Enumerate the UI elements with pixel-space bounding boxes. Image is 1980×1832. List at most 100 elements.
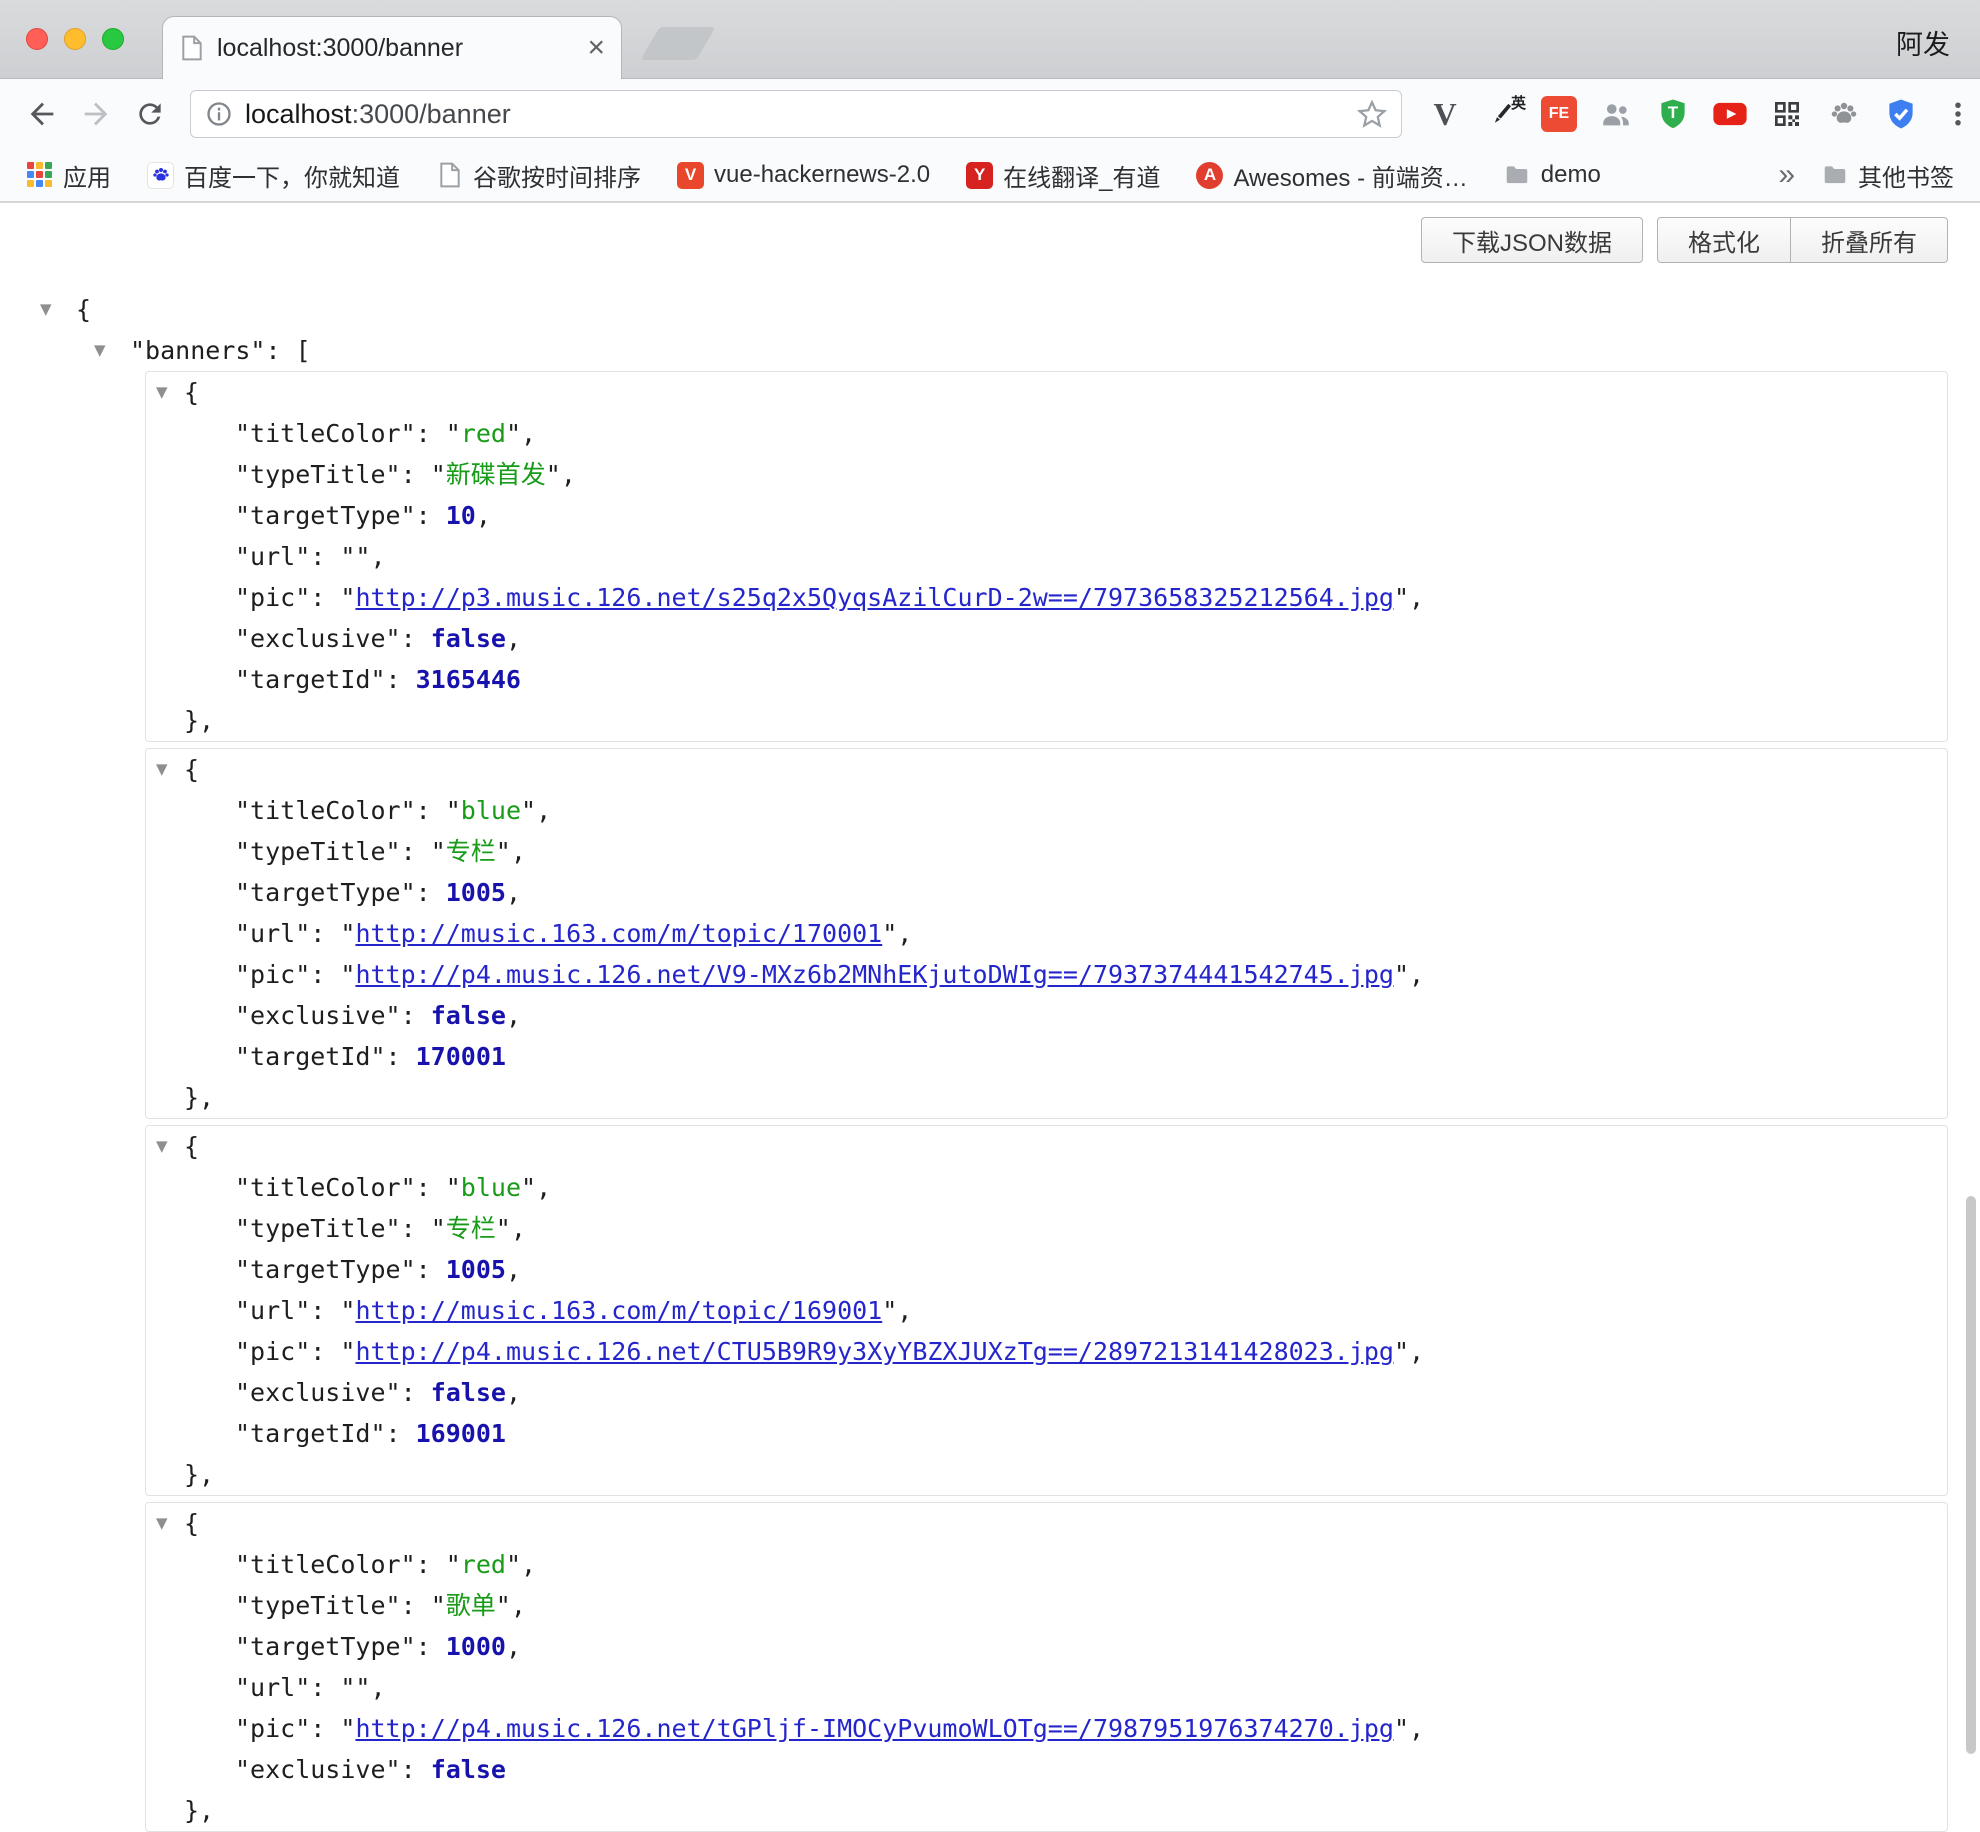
json-url-link[interactable]: http://music.163.com/m/topic/169001 xyxy=(355,1296,882,1325)
minimize-window-button[interactable] xyxy=(64,28,86,50)
collapse-toggle-icon[interactable]: ▼ xyxy=(156,1126,168,1167)
format-button-group: 格式化 折叠所有 xyxy=(1657,217,1948,263)
collapse-toggle-icon[interactable]: ▼ xyxy=(94,330,106,371)
json-string-value: 专栏 xyxy=(446,837,496,866)
paw-icon[interactable] xyxy=(1825,95,1863,133)
scrollbar-thumb[interactable] xyxy=(1966,1196,1976,1754)
json-url-link[interactable]: http://p3.music.126.net/s25q2x5QyqsAzilC… xyxy=(355,583,1394,612)
org-chart-icon[interactable] xyxy=(1597,95,1635,133)
bookmark-item[interactable]: demo xyxy=(1504,161,1601,189)
browser-menu-icon[interactable] xyxy=(1939,95,1977,133)
back-button[interactable] xyxy=(22,94,62,134)
json-punct: : xyxy=(416,1550,446,1579)
bookmark-item[interactable]: Y在线翻译_有道 xyxy=(966,158,1160,193)
json-punct: " xyxy=(521,796,536,825)
fe-letters: FE xyxy=(1541,96,1577,132)
json-punct: , xyxy=(521,419,536,448)
apps-grid-cell xyxy=(45,171,52,178)
json-url-link[interactable]: http://p4.music.126.net/V9-MXz6b2MNhEKju… xyxy=(355,960,1394,989)
json-punct: , xyxy=(536,796,551,825)
page-info-icon[interactable] xyxy=(205,100,233,128)
json-object-open: ▼{ xyxy=(146,1503,1947,1544)
tab-close-icon[interactable]: × xyxy=(587,33,605,63)
json-property: "titleColor": "blue", xyxy=(146,790,1947,831)
apps-grid-icon xyxy=(26,162,53,189)
json-punct: : xyxy=(310,1714,340,1743)
json-property: "url": "http://music.163.com/m/topic/169… xyxy=(146,1290,1947,1331)
bookmark-star-icon[interactable] xyxy=(1357,99,1387,129)
bookmark-item[interactable]: 应用 xyxy=(26,158,111,193)
json-property: "titleColor": "red", xyxy=(146,413,1947,454)
json-string-value: red xyxy=(461,1550,506,1579)
address-bar[interactable]: localhost:3000/banner xyxy=(190,90,1402,138)
json-url-link[interactable]: http://p4.music.126.net/tGPljf-IMOCyPvum… xyxy=(355,1714,1394,1743)
close-window-button[interactable] xyxy=(26,28,48,50)
forward-button[interactable] xyxy=(76,94,116,134)
profile-name[interactable]: 阿发 xyxy=(1896,23,1950,62)
apps-grid-cell xyxy=(45,162,52,169)
json-url-link[interactable]: http://music.163.com/m/topic/170001 xyxy=(355,919,882,948)
json-punct: " xyxy=(340,919,355,948)
json-key: "url" xyxy=(235,1673,310,1702)
json-punct: , xyxy=(1409,583,1424,612)
json-punct: : xyxy=(401,460,431,489)
youdao-dict-icon[interactable]: 英 xyxy=(1483,95,1521,133)
apps-grid-cell xyxy=(27,162,34,169)
json-property: "targetId": 169001 xyxy=(146,1413,1947,1454)
collapse-toggle-icon[interactable]: ▼ xyxy=(40,289,52,330)
json-property: "exclusive": false, xyxy=(146,1372,1947,1413)
json-property: "pic": "http://p4.music.126.net/V9-MXz6b… xyxy=(146,954,1947,995)
bookmark-label: vue-hackernews-2.0 xyxy=(714,161,930,189)
json-key: "titleColor" xyxy=(235,419,416,448)
bookmarks-right: » 其他书签 xyxy=(1778,158,1954,193)
apps-grid-cell xyxy=(27,171,34,178)
json-key: "targetId" xyxy=(235,1042,386,1071)
zoom-window-button[interactable] xyxy=(102,28,124,50)
collapse-toggle-icon[interactable]: ▼ xyxy=(156,749,168,790)
bookmark-item[interactable]: Vvue-hackernews-2.0 xyxy=(677,161,930,189)
json-punct: : xyxy=(416,501,446,530)
json-punct: , xyxy=(476,501,491,530)
qrcode-icon[interactable] xyxy=(1768,95,1806,133)
youdao-badge: 英 xyxy=(1511,92,1526,113)
json-root-open: ▼{ xyxy=(0,289,1980,330)
json-key: "targetId" xyxy=(235,665,386,694)
json-punct: , xyxy=(506,878,521,907)
json-url-link[interactable]: http://p4.music.126.net/CTU5B9R9y3XyYBZX… xyxy=(355,1337,1394,1366)
shield-check-icon[interactable] xyxy=(1882,95,1920,133)
bookmark-item[interactable]: AAwesomes - 前端资… xyxy=(1196,158,1467,193)
collapse-toggle-icon[interactable]: ▼ xyxy=(156,372,168,413)
json-key: "targetType" xyxy=(235,1632,416,1661)
json-punct: " xyxy=(1394,1714,1409,1743)
folder-icon xyxy=(1504,162,1531,189)
url-path: :3000/banner xyxy=(352,99,511,129)
json-punct: " xyxy=(546,460,561,489)
bookmark-item[interactable]: 百度一下，你就知道 xyxy=(147,158,400,193)
json-key: "exclusive" xyxy=(235,624,401,653)
youtube-icon[interactable] xyxy=(1711,95,1749,133)
json-key: "titleColor" xyxy=(235,796,416,825)
bookmark-label: 百度一下，你就知道 xyxy=(184,158,400,193)
bookmark-item[interactable]: 谷歌按时间排序 xyxy=(436,158,641,193)
json-punct: " xyxy=(340,1337,355,1366)
vimium-letter: V xyxy=(1433,96,1456,133)
reload-button[interactable] xyxy=(130,94,170,134)
bookmarks-overflow-chevron[interactable]: » xyxy=(1778,160,1795,190)
fe-icon[interactable]: FE xyxy=(1540,95,1578,133)
json-punct: }, xyxy=(184,1796,214,1825)
download-json-button[interactable]: 下载JSON数据 xyxy=(1421,217,1643,263)
t-shield-icon[interactable]: T xyxy=(1654,95,1692,133)
collapse-toggle-icon[interactable]: ▼ xyxy=(156,1503,168,1544)
collapse-all-button[interactable]: 折叠所有 xyxy=(1791,217,1948,263)
json-property: "pic": "http://p4.music.126.net/CTU5B9R9… xyxy=(146,1331,1947,1372)
json-key: "typeTitle" xyxy=(235,1591,401,1620)
vimium-icon[interactable]: V xyxy=(1426,95,1464,133)
format-button[interactable]: 格式化 xyxy=(1657,217,1791,263)
json-punct: " xyxy=(340,960,355,989)
json-key: "url" xyxy=(235,542,310,571)
browser-tab[interactable]: localhost:3000/banner × xyxy=(162,16,622,79)
other-bookmarks-folder[interactable]: 其他书签 xyxy=(1821,158,1954,193)
json-property: "typeTitle": "歌单", xyxy=(146,1585,1947,1626)
json-punct: , xyxy=(1409,1337,1424,1366)
new-tab-button[interactable] xyxy=(640,27,715,60)
